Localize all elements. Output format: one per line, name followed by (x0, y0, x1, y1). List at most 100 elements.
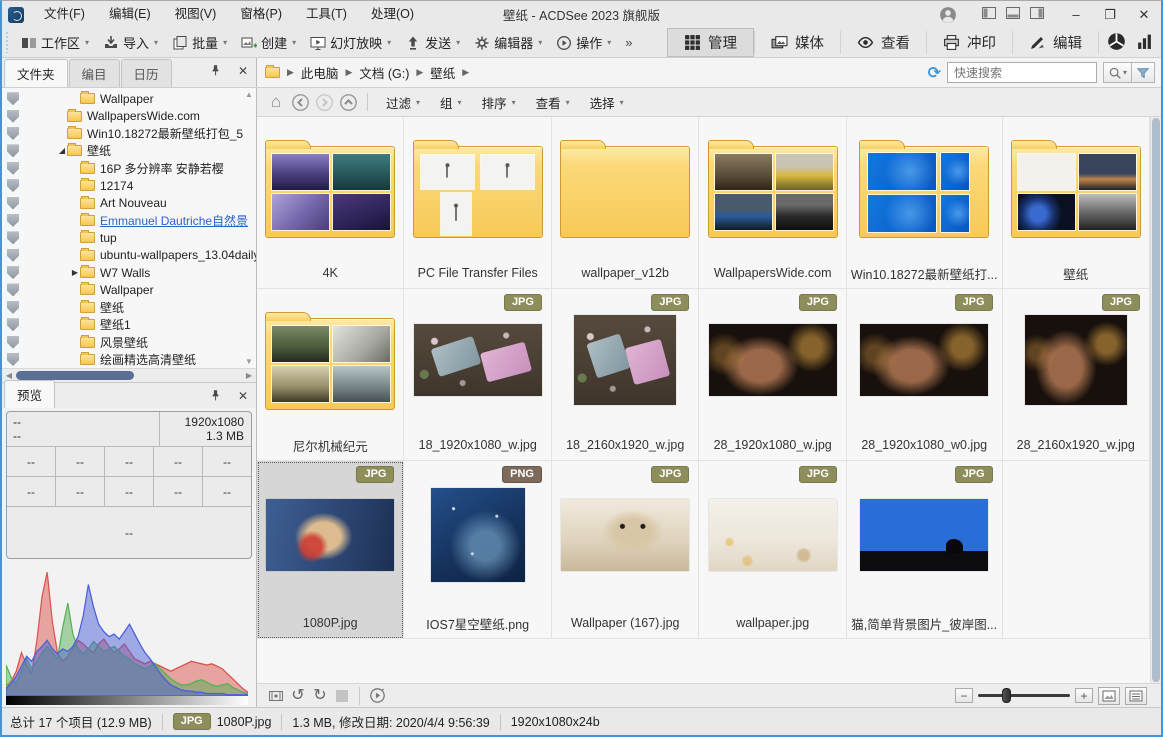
filter-button[interactable] (1131, 62, 1155, 83)
toolbar-actions-button[interactable]: 操作▾ (548, 28, 617, 57)
breadcrumb-item[interactable]: 文档 (G:) (359, 63, 409, 82)
shield-icon[interactable] (7, 214, 19, 227)
grid-cell[interactable]: JPG28_1920x1080_w0.jpg (847, 289, 1003, 461)
shield-icon[interactable] (7, 144, 19, 157)
grid-cell[interactable]: JPG18_1920x1080_w.jpg (404, 289, 551, 461)
scrollbar-thumb[interactable] (1152, 118, 1160, 682)
detail-view-toggle[interactable] (1125, 687, 1147, 705)
dropdown-caret-icon[interactable]: ▾ (292, 38, 296, 47)
layout-left-button[interactable] (981, 5, 997, 24)
grid-cell[interactable]: 壁纸 (1003, 117, 1150, 289)
shield-icon[interactable] (7, 249, 19, 262)
grid-cell[interactable]: JPGwallpaper.jpg (699, 461, 846, 639)
tree-item[interactable]: 绘画精选高清壁纸 (2, 351, 256, 368)
tree-item[interactable]: 壁纸1 (2, 316, 256, 333)
tree-item[interactable]: 16P 多分辨率 安静若樱 (2, 160, 256, 177)
up-icon[interactable] (337, 91, 359, 113)
scroll-right-icon[interactable]: ▶ (242, 371, 256, 380)
menu-item[interactable]: 文件(F) (32, 1, 97, 28)
zoom-in-button[interactable]: + (1075, 688, 1093, 703)
dropdown-caret-icon[interactable]: ▾ (456, 38, 460, 47)
toolbar-import-button[interactable]: 导入▾ (95, 28, 164, 57)
menu-item[interactable]: 窗格(P) (228, 1, 294, 28)
toolbar-create-button[interactable]: 创建▾ (233, 28, 302, 57)
menu-item[interactable]: 工具(T) (294, 1, 359, 28)
scroll-left-icon[interactable]: ◀ (2, 371, 16, 380)
dropdown-caret-icon[interactable]: ▾ (223, 38, 227, 47)
shield-icon[interactable] (7, 283, 19, 296)
forward-icon[interactable] (313, 91, 335, 113)
search-button[interactable]: ▾ (1103, 62, 1131, 83)
tree-item[interactable]: Emmanuel Dautriche自然景 (2, 212, 256, 229)
mode-media-button[interactable]: 媒体 (755, 28, 840, 57)
mode-edit-button[interactable]: 编辑 (1013, 28, 1098, 57)
dropdown-caret-icon[interactable]: ▾ (538, 38, 542, 47)
tree-item[interactable]: 风景壁纸 (2, 333, 256, 350)
account-icon[interactable] (933, 1, 963, 28)
menu-item[interactable]: 视图(V) (163, 1, 229, 28)
shield-icon[interactable] (7, 336, 19, 349)
dropdown-caret-icon[interactable]: ▾ (154, 38, 158, 47)
minimize-button[interactable]: – (1059, 1, 1093, 28)
expand-arrow-icon[interactable]: ◢ (57, 146, 67, 155)
nav-dropdown-查看[interactable]: 查看▾ (526, 93, 580, 112)
tab-文件夹[interactable]: 文件夹 (4, 59, 68, 87)
thumbnail-size-slider[interactable] (978, 688, 1070, 703)
grid-cell[interactable]: WallpapersWide.com (699, 117, 846, 289)
grid-cell[interactable]: PC File Transfer Files (404, 117, 551, 289)
breadcrumb-item[interactable]: 壁纸 (430, 63, 455, 82)
filmstrip-icon[interactable] (265, 686, 287, 706)
shield-icon[interactable] (7, 266, 19, 279)
tab-编目[interactable]: 编目 (69, 59, 120, 87)
grid-cell[interactable]: PNGIOS7星空壁纸.png (404, 461, 551, 639)
shield-icon[interactable] (7, 92, 19, 105)
refresh-icon[interactable]: ⟳ (928, 63, 941, 83)
tree-item[interactable]: tup (2, 229, 256, 246)
maximize-button[interactable]: ❐ (1093, 1, 1127, 28)
shield-icon[interactable] (7, 318, 19, 331)
home-icon[interactable]: ⌂ (265, 91, 287, 113)
tab-日历[interactable]: 日历 (121, 59, 172, 87)
search-input[interactable] (948, 66, 1115, 80)
tree-item[interactable]: 12174 (2, 177, 256, 194)
grid-cell[interactable]: JPG猫,简单背景图片_彼岸图... (847, 461, 1003, 639)
breadcrumb-item[interactable]: 此电脑 (301, 63, 339, 82)
dropdown-caret-icon[interactable]: ▾ (85, 38, 89, 47)
grid-cell[interactable]: JPG28_2160x1920_w.jpg (1003, 289, 1150, 461)
scroll-down-icon[interactable]: ▼ (245, 357, 253, 366)
grid-cell[interactable]: JPG18_2160x1920_w.jpg (552, 289, 699, 461)
toolbar-editors-button[interactable]: 编辑器▾ (466, 28, 548, 57)
grid-cell[interactable]: wallpaper_v12b (552, 117, 699, 289)
toolbar-slideshow-button[interactable]: 幻灯放映▾ (302, 28, 397, 57)
tree-item[interactable]: WallpapersWide.com (2, 107, 256, 124)
tree-item[interactable]: ◢壁纸 (2, 142, 256, 159)
vertical-scrollbar[interactable] (1150, 117, 1161, 683)
layout-bottom-button[interactable] (1005, 5, 1021, 24)
grid-cell[interactable]: 尼尔机械纪元 (257, 289, 404, 461)
toolbar-batch-button[interactable]: 批量▾ (164, 28, 233, 57)
shield-icon[interactable] (7, 127, 19, 140)
toolbar-overflow-button[interactable]: » (617, 28, 640, 57)
tab-preview[interactable]: 预览 (4, 380, 55, 408)
compare-icon[interactable] (331, 686, 353, 706)
scroll-up-icon[interactable]: ▲ (245, 90, 253, 99)
close-panel-icon[interactable]: ✕ (238, 389, 248, 405)
tree-vertical-scrollbar[interactable]: ▲▼ (243, 90, 255, 366)
layout-right-button[interactable] (1029, 5, 1045, 24)
close-panel-icon[interactable]: ✕ (238, 64, 248, 80)
grid-cell[interactable]: JPGWallpaper (167).jpg (552, 461, 699, 639)
tree-item[interactable]: Win10.18272最新壁纸打包_5 (2, 125, 256, 142)
shield-icon[interactable] (7, 197, 19, 210)
shield-icon[interactable] (7, 162, 19, 175)
tree-item[interactable]: Art Nouveau (2, 194, 256, 211)
mode-print-button[interactable]: 冲印 (927, 28, 1012, 57)
preview-pane-toggle[interactable] (1098, 687, 1120, 705)
nav-dropdown-过滤[interactable]: 过滤▾ (376, 93, 430, 112)
collapse-arrow-icon[interactable]: ▶ (70, 268, 80, 277)
mode-view-button[interactable]: 查看 (841, 28, 926, 57)
shield-icon[interactable] (7, 110, 19, 123)
scrollbar-thumb[interactable] (16, 371, 134, 380)
slider-thumb[interactable] (1002, 688, 1011, 703)
dropdown-caret-icon[interactable]: ▾ (387, 38, 391, 47)
auto-advance-icon[interactable] (366, 686, 388, 706)
